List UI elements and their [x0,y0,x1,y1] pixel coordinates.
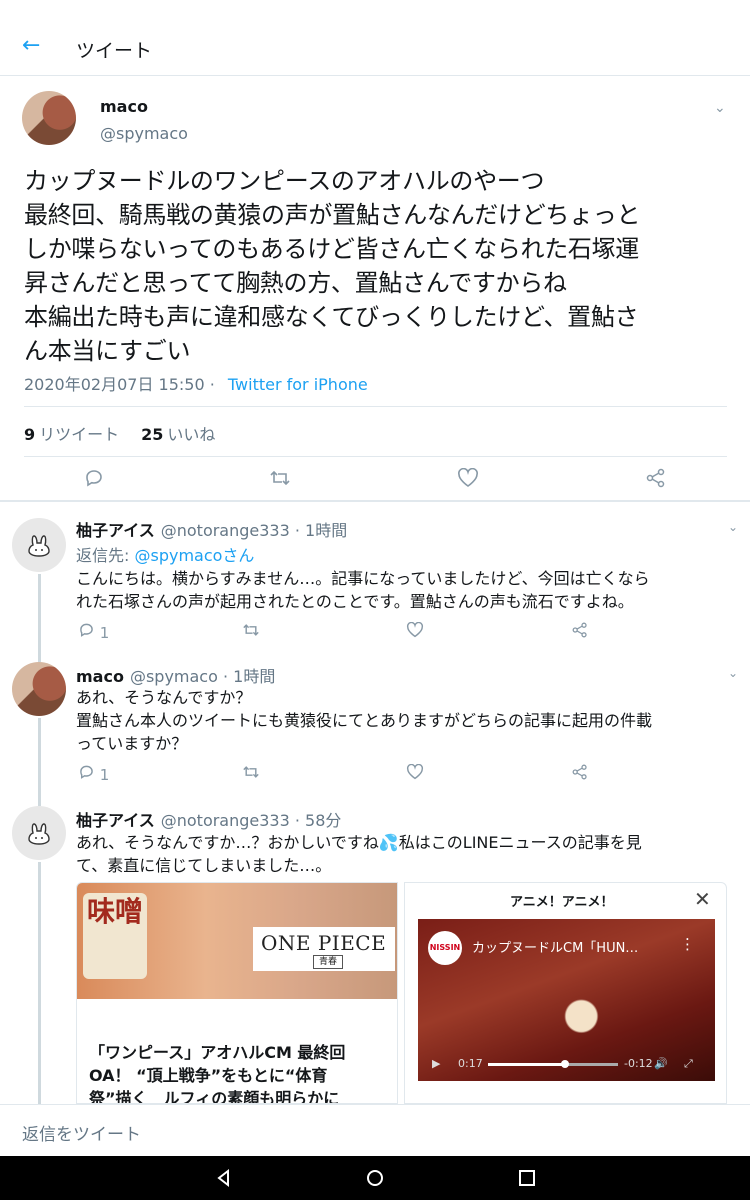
author-handle[interactable]: @spymaco [100,124,188,143]
rabbit-icon [28,535,50,557]
retweet-icon[interactable] [242,764,260,785]
recents-square-icon[interactable] [517,1168,537,1188]
retweet-icon[interactable] [268,468,292,490]
avatar[interactable] [12,518,66,572]
reply-icon[interactable] [82,468,106,490]
chevron-down-icon[interactable]: ⌄ [714,100,730,116]
thread-line [38,718,41,806]
reply-header: maco @spymaco · 1時間 [76,663,275,687]
author-name[interactable]: maco [100,97,148,116]
reply-count: 1 [99,624,110,642]
reply-compose-bar[interactable]: 返信をツイート [0,1104,750,1156]
page-title: ツイート [76,40,153,62]
back-arrow-icon[interactable]: ← [22,34,46,58]
card-title: 「ワンピース」アオハルCM 最終回 OA！ “頂上戦争”をもとに“体育 祭”描く… [89,1043,346,1104]
reply-actions: 1 [0,763,750,785]
avatar[interactable] [12,662,66,716]
reply-placeholder[interactable]: 返信をツイート [22,1120,141,1145]
home-circle-icon[interactable] [365,1168,385,1188]
tweet-text: カップヌードルのワンピースのアオハルのやーつ 最終回、騎馬戦の黄猿の声が置鮎さん… [24,167,641,365]
retweet-stat[interactable]: 9 リツイート [24,425,119,444]
avatar[interactable] [22,91,76,145]
fullscreen-icon[interactable]: ⤢ [684,1057,693,1071]
retweet-count: 9 [24,425,36,444]
retweet-label: リツイート [39,425,120,444]
reply-header: 柚子アイス @notorange333 · 58分 [76,807,341,831]
link-card[interactable]: 味噌 ONE PIECE 青春 「ワンピース」アオハルCM 最終回 OA！ “頂… [76,882,398,1104]
tweet-actions [0,467,750,492]
brand-subtitle: 青春 [313,955,343,969]
popup-header: アニメ！アニメ！ ✕ [405,883,726,917]
like-icon[interactable] [406,763,424,785]
brand-title: ONE PIECE [261,931,387,955]
reply-header: 柚子アイス @notorange333 · 1時間 [76,517,347,541]
tweet-timestamp: 2020年02月07日 15:50 · [24,375,220,394]
like-label: いいね [167,425,216,444]
chevron-down-icon[interactable]: ⌄ [728,666,742,680]
time-elapsed: 0:17 [458,1057,483,1070]
play-icon[interactable]: ▶ [432,1057,440,1070]
reply-author-name[interactable]: 柚子アイス [76,811,155,830]
like-icon[interactable] [406,621,424,643]
back-triangle-icon[interactable] [214,1168,234,1188]
divider [0,500,750,502]
rabbit-icon [28,823,50,845]
reply-meta: @notorange333 · 1時間 [160,521,348,540]
reply-actions: 1 [0,621,750,643]
card-image: 味噌 ONE PIECE 青春 [77,883,397,999]
reply-meta: @spymaco · 1時間 [129,667,276,686]
popup-title: アニメ！アニメ！ [510,895,614,910]
reply-icon [80,623,93,637]
divider [24,406,727,407]
top-bar: ← ツイート [0,0,750,76]
reply-to: 返信先: @spymacoさん [76,542,254,566]
like-stat[interactable]: 25 いいね [141,425,215,444]
close-icon[interactable]: ✕ [694,889,711,909]
reply-text: あれ、そうなんですか？ 置鮎さん本人のツイートにも黄猿役にてとありますがどちらの… [76,688,653,753]
thread-line [38,862,41,1104]
reply-count: 1 [99,766,110,784]
video-player[interactable]: NISSIN カップヌードルCM「HUN… ⋮ ▶ 0:17 -0:12 🔊 ⤢ [418,919,715,1081]
like-count: 25 [141,425,164,444]
video-title[interactable]: カップヌードルCM「HUN… [472,937,638,956]
reply-text: あれ、そうなんですか…？おかしいですね💦私はこのLINEニュースの記事を見 て、… [76,833,642,875]
reply-author-name[interactable]: maco [76,667,124,686]
avatar[interactable] [12,806,66,860]
thread-line [38,574,41,662]
divider [24,456,727,457]
brand-box: ONE PIECE 青春 [253,927,395,971]
reply-author-name[interactable]: 柚子アイス [76,521,155,540]
channel-logo[interactable]: NISSIN [428,931,462,965]
reply-text: こんにちは。横からすみません…。記事になっていましたけど、今回は亡くなら れた石… [76,569,650,611]
seek-handle[interactable] [560,1060,569,1068]
like-icon[interactable] [456,467,480,490]
retweet-icon[interactable] [242,622,260,643]
reply-button[interactable]: 1 [78,764,109,785]
system-nav-bar [0,1156,750,1200]
time-remaining: -0:12 [624,1057,653,1070]
tweet-meta: 2020年02月07日 15:50 · Twitter for iPhone [24,371,368,395]
share-icon[interactable] [571,622,589,643]
share-icon[interactable] [644,468,668,490]
share-icon[interactable] [571,764,589,785]
reply-button[interactable]: 1 [78,622,109,643]
more-vertical-icon[interactable]: ⋮ [680,935,695,953]
reply-icon [80,765,93,779]
seek-bar[interactable] [488,1060,618,1068]
cup-noodle-label: 味噌 [83,893,147,979]
tweet-stats: 9 リツイート 25 いいね [24,421,215,445]
volume-icon[interactable]: 🔊 [654,1057,668,1070]
reply-to-label: 返信先: [76,546,135,565]
video-card: アニメ！アニメ！ ✕ NISSIN カップヌードルCM「HUN… ⋮ ▶ 0:1… [404,882,727,1104]
reply-meta: @notorange333 · 58分 [160,811,342,830]
tweet-source-link[interactable]: Twitter for iPhone [228,375,368,394]
chevron-down-icon[interactable]: ⌄ [728,520,742,534]
seek-progress [488,1063,565,1066]
reply-to-handle[interactable]: @spymacoさん [134,546,254,565]
